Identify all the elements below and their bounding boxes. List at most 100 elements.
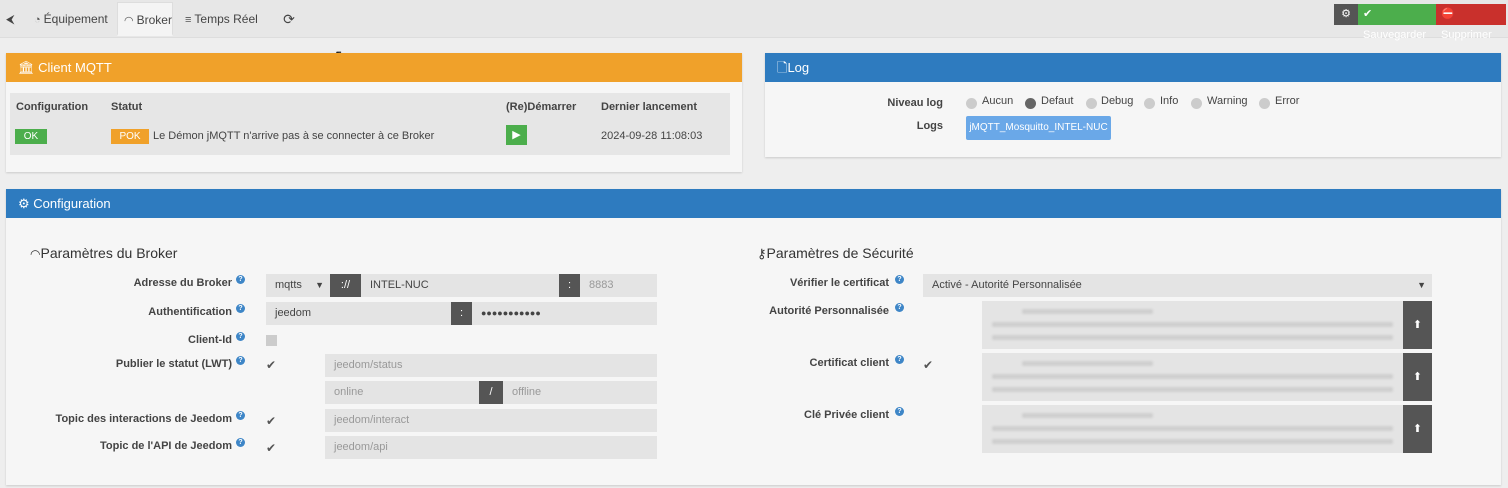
log-level-text-warning: Warning [1207,95,1248,107]
play-icon: ▶ [512,129,521,141]
help-icon: ? [236,356,245,365]
help-icon: ? [895,275,904,284]
help-icon: ? [236,438,245,447]
lwt-offline-input[interactable]: offline [503,381,657,404]
help-icon: ? [236,275,245,284]
client-mqtt-header: 🏛 Client MQTT [6,53,742,82]
help-icon: ? [236,411,245,420]
upload-icon: ⬆ [1412,423,1423,435]
institution-icon: 🏛 [18,60,35,75]
log-level-text-defaut: Defaut [1041,95,1074,107]
private-key-textarea[interactable] [982,405,1403,453]
refresh-icon: ⟳ [283,11,295,27]
rss-icon: ◠ [124,15,134,27]
upload-client-cert-button[interactable]: ⬆ [1403,353,1432,401]
log-level-radio-aucun[interactable] [966,98,977,109]
lwt-separator: / [479,381,503,404]
check-circle-icon: ✔ [1363,8,1373,20]
log-level-radio-defaut[interactable] [1025,98,1036,109]
tab-temps-reel[interactable]: ≡ Temps Réel [179,2,264,36]
upload-authority-button[interactable]: ⬆ [1403,301,1432,349]
broker-params-title: ◠Paramètres du Broker [30,245,178,261]
restart-daemon-button[interactable]: ▶ [506,125,527,145]
tab-broker[interactable]: ◠ Broker [117,2,173,36]
client-id-label: Client-Id [188,334,232,346]
col-restart: (Re)Démarrer [506,101,577,113]
col-configuration: Configuration [16,101,89,113]
help-icon: ? [895,303,904,312]
refresh-button[interactable]: ⟳ [272,2,306,36]
dashboard-icon: ◔ [34,14,41,26]
log-file-button[interactable]: jMQTT_Mosquitto_INTEL-NUC [966,116,1111,140]
config-status-badge: OK [15,129,47,144]
api-topic-label: Topic de l'API de Jeedom [100,440,232,452]
cogs-icon: ⚙ [18,196,30,211]
client-id-checkbox[interactable] [266,335,277,346]
help-icon: ? [236,332,245,341]
auth-label: Authentification [148,306,232,318]
key-icon: ⚷ [757,246,767,261]
api-checkbox[interactable]: ✔ [266,442,277,454]
log-level-radio-info[interactable] [1144,98,1155,109]
caret-down-icon: ▼ [1417,280,1426,290]
save-button[interactable]: ✔ Sauvegarder [1358,4,1436,41]
minus-circle-icon: ⛔ [1441,8,1455,20]
lwt-label: Publier le statut (LWT) [115,358,232,370]
rss-icon: ◠ [30,247,41,261]
log-level-text-info: Info [1160,95,1179,107]
file-icon: 🗋 [777,60,788,75]
verify-cert-label: Vérifier le certificat [789,277,889,289]
log-level-text-aucun: Aucun [982,95,1014,107]
username-input[interactable]: jeedom [266,302,451,325]
tab-equipement[interactable]: ◔ Équipement [28,2,114,36]
log-level-radio-error[interactable] [1259,98,1270,109]
client-cert-textarea[interactable] [982,353,1403,401]
log-level-text-debug: Debug [1101,95,1134,107]
upload-icon: ⬆ [1412,371,1423,383]
help-icon: ? [895,407,904,416]
interact-topic-input[interactable]: jeedom/interact [325,409,657,432]
broker-port-input[interactable]: 8883 [580,274,657,297]
upload-private-key-button[interactable]: ⬆ [1403,405,1432,453]
broker-host-input[interactable]: INTEL-NUC [361,274,559,297]
log-level-label: Niveau log [887,97,943,109]
custom-authority-textarea[interactable] [982,301,1403,349]
security-params-title: ⚷Paramètres de Sécurité [757,245,914,261]
private-key-label: Clé Privée client [804,409,889,421]
configuration-header: ⚙ Configuration [6,189,1501,218]
col-last-launch: Dernier lancement [601,101,697,113]
port-separator: : [559,274,580,297]
advanced-config-button[interactable]: ⚙ [1334,4,1358,25]
protocol-select[interactable]: mqtts ▼ [266,274,330,297]
log-level-radio-debug[interactable] [1086,98,1097,109]
lwt-checkbox[interactable]: ✔ [266,359,277,371]
upload-icon: ⬆ [1412,319,1423,331]
interact-checkbox[interactable]: ✔ [266,415,277,427]
list-icon: ≡ [185,14,192,26]
log-level-text-error: Error [1275,95,1300,107]
custom-authority-label: Autorité Personnalisée [769,305,889,317]
back-button[interactable]: ⮜ [0,2,22,36]
caret-down-icon: ▼ [315,280,324,290]
verify-cert-select[interactable]: Activé - Autorité Personnalisée ▼ [923,274,1432,297]
delete-button[interactable]: ⛔ Supprimer [1436,4,1506,41]
help-icon: ? [236,304,245,313]
password-input[interactable]: ●●●●●●●●●●● [472,302,657,325]
broker-address-label: Adresse du Broker [133,277,232,289]
client-cert-label: Certificat client [809,357,889,369]
interact-topic-label: Topic des interactions de Jeedom [55,413,232,425]
daemon-status-text: Le Démon jMQTT n'arrive pas à se connect… [153,130,435,142]
log-level-radio-warning[interactable] [1191,98,1202,109]
logs-label: Logs [916,120,943,132]
col-statut: Statut [111,101,143,113]
lwt-topic-input[interactable]: jeedom/status [325,354,657,377]
cogs-icon: ⚙ [1341,8,1351,20]
last-launch-value: 2024-09-28 11:08:03 [601,130,703,142]
help-icon: ? [895,355,904,364]
daemon-status-badge: POK [111,129,149,144]
arrow-circle-left-icon: ⮜ [6,12,15,26]
api-topic-input[interactable]: jeedom/api [325,436,657,459]
lwt-online-input[interactable]: online [325,381,479,404]
client-cert-checkbox[interactable]: ✔ [923,359,934,371]
protocol-separator: :// [330,274,361,297]
